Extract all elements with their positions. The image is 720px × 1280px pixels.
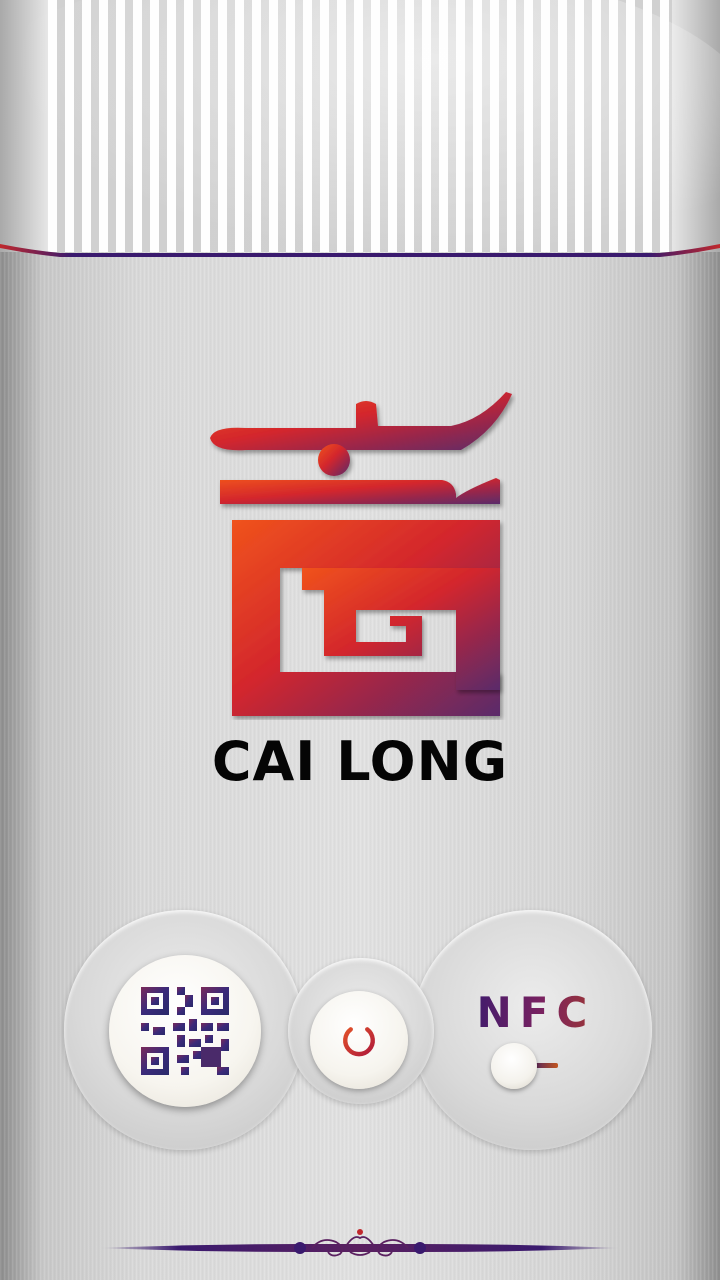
qr-code-icon: [141, 987, 229, 1075]
nfc-toggle-switch[interactable]: [488, 1040, 574, 1092]
top-divider-line: [0, 244, 720, 257]
power-button[interactable]: [310, 991, 408, 1089]
top-cap-gloss: [0, 0, 720, 252]
brand-name: CAI LONG: [211, 730, 509, 793]
nfc-label: NFC: [466, 988, 606, 1037]
top-decorative-cap: [0, 0, 720, 252]
power-icon: [343, 1021, 375, 1057]
nfc-toggle-knob[interactable]: [491, 1043, 537, 1089]
cai-long-logo: [210, 392, 512, 716]
qr-scan-button[interactable]: [109, 955, 261, 1107]
bottom-ornament: [100, 1229, 620, 1257]
